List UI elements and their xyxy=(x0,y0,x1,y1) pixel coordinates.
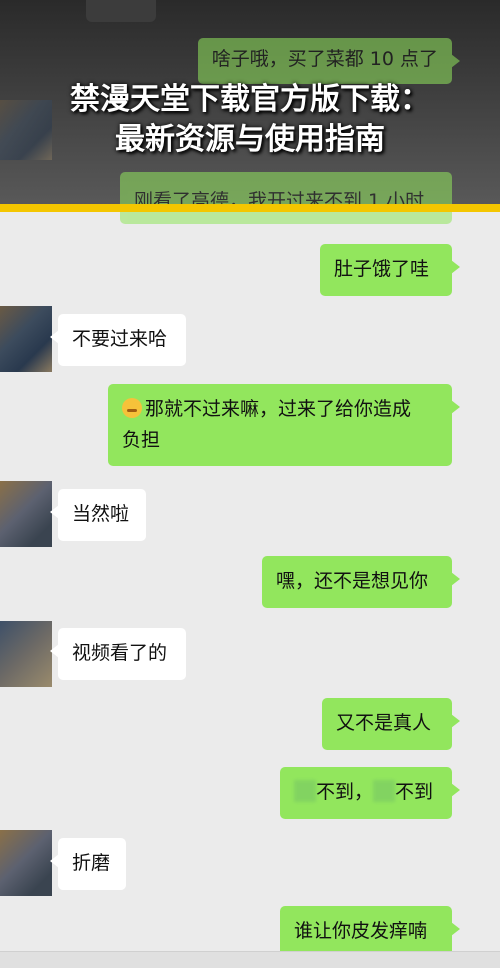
overlay-title-line1: 禁漫天堂下载官方版下载： xyxy=(70,82,430,117)
message-text-line2: 负担 xyxy=(122,429,161,451)
message-bubble-sent[interactable]: 嘿，还不是想见你 xyxy=(262,556,460,608)
chat-screen: 啥子哦，买了菜都 10 点了 刚看了高德，我开过来不到 1 小时 禁漫天堂下载官… xyxy=(0,0,500,968)
message-text-part2: 不到 xyxy=(395,781,434,803)
message-text: 肚子饿了哇 xyxy=(334,258,430,280)
input-bar[interactable] xyxy=(0,951,500,968)
contact-avatar[interactable] xyxy=(0,481,52,547)
accent-divider xyxy=(0,204,500,212)
message-text: 不要过来哈 xyxy=(72,328,168,350)
contact-avatar[interactable] xyxy=(0,306,52,372)
message-text: 折磨 xyxy=(72,852,111,874)
message-text: 视频看了的 xyxy=(72,642,168,664)
overlay-title-line2: 最新资源与使用指南 xyxy=(115,122,385,157)
message-bubble-sent[interactable]: 刚看了高德，我开过来不到 1 小时 xyxy=(120,172,452,224)
message-bubble-received[interactable]: 视频看了的 xyxy=(50,628,186,680)
contact-avatar[interactable] xyxy=(0,621,52,687)
message-text: 嘿，还不是想见你 xyxy=(276,570,429,592)
status-bar-notch xyxy=(86,0,156,22)
message-text: 谁让你皮发痒喃 xyxy=(294,920,428,942)
message-bubble-sent[interactable]: 又不是真人 xyxy=(322,698,460,750)
message-text: 当然啦 xyxy=(72,503,130,525)
censored-blur xyxy=(373,780,396,802)
message-bubble-sent[interactable]: 肚子饿了哇 xyxy=(320,244,460,296)
message-text: 啥子哦，买了菜都 10 点了 xyxy=(211,48,438,70)
message-text: 又不是真人 xyxy=(336,712,432,734)
message-bubble-sent[interactable]: 啥子哦，买了菜都 10 点了 xyxy=(197,38,461,84)
contact-avatar[interactable] xyxy=(0,830,52,896)
message-bubble-sent[interactable]: 不到， 不到 xyxy=(280,767,460,819)
message-bubble-sent[interactable]: 那就不过来嘛，过来了给你造成 负担 xyxy=(108,384,460,466)
message-text-part1: 不到， xyxy=(316,781,374,803)
message-bubble-received[interactable]: 不要过来哈 xyxy=(50,314,186,366)
embarrassed-emoji-icon xyxy=(122,398,142,418)
message-bubble-received[interactable]: 折磨 xyxy=(50,838,126,890)
overlay-title: 禁漫天堂下载官方版下载： 最新资源与使用指南 xyxy=(0,80,500,160)
censored-blur xyxy=(294,780,316,802)
message-text-line1: 那就不过来嘛，过来了给你造成 xyxy=(145,398,412,420)
message-bubble-received[interactable]: 当然啦 xyxy=(50,489,146,541)
